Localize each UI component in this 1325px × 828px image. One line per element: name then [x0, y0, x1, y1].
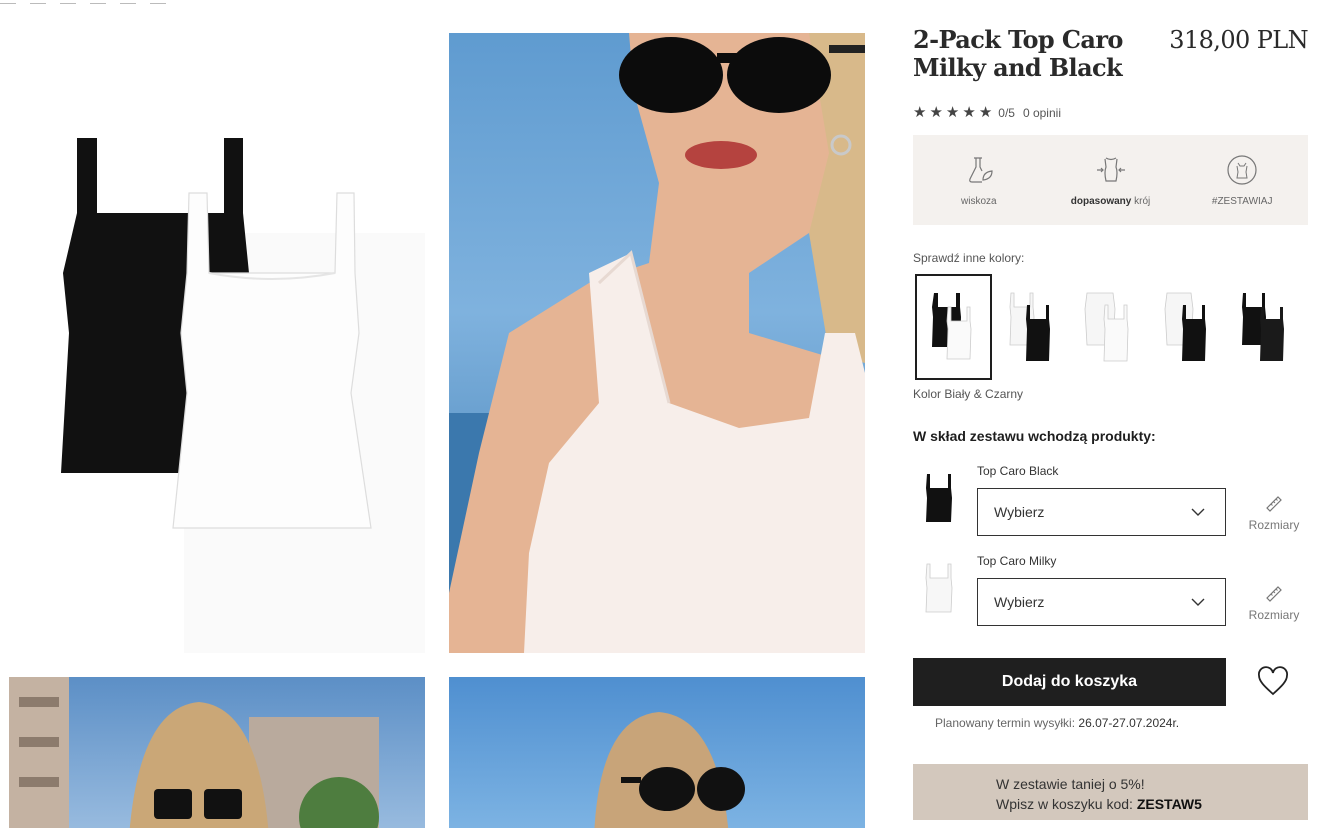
- promo-line-2: Wpisz w koszyku kod: ZESTAW5: [996, 794, 1308, 814]
- feature-material: wiskoza: [913, 135, 1045, 225]
- gallery-image-packshot[interactable]: [9, 33, 425, 653]
- set-item-thumb-black: [926, 474, 952, 522]
- feature-combine-label: #ZESTAWIAJ: [1211, 195, 1273, 207]
- chevron-down-icon: [1191, 508, 1205, 516]
- shipping-date: 26.07-27.07.2024r.: [1078, 716, 1180, 730]
- feature-bar: wiskoza dopasowany krój #ZESTAWIAJ: [913, 135, 1308, 225]
- product-price: 318,00 PLN: [1169, 26, 1308, 54]
- rating-score: 0/5: [998, 106, 1015, 120]
- fitted-body-icon: [1096, 156, 1125, 182]
- other-colors-heading: Sprawdź inne kolory:: [913, 251, 1025, 265]
- rating-count-link[interactable]: 0 opinii: [1023, 106, 1061, 120]
- size-guide-label: Rozmiary: [1248, 608, 1300, 622]
- combine-set-icon: [1227, 154, 1257, 185]
- feature-fit-bold: dopasowany: [1070, 195, 1132, 207]
- feature-fit-label: krój: [1131, 195, 1151, 207]
- gallery-image-model-portrait[interactable]: [449, 677, 865, 828]
- size-guide-link[interactable]: Rozmiary: [1244, 494, 1304, 532]
- color-swatch-milky-milky[interactable]: [1070, 274, 1148, 380]
- gallery-image-model-closeup[interactable]: [449, 33, 865, 653]
- promo-line-1: W zestawie taniej o 5%!: [996, 776, 1145, 792]
- add-to-cart-button[interactable]: Dodaj do koszyka: [913, 658, 1226, 706]
- product-page: 2-Pack Top Caro Milky and Black 318,00 P…: [0, 0, 1325, 828]
- size-select-milky[interactable]: Wybierz: [977, 578, 1226, 626]
- feature-combine: #ZESTAWIAJ: [1176, 135, 1308, 225]
- star-icon: ★: [945, 104, 960, 121]
- size-guide-link[interactable]: Rozmiary: [1244, 584, 1304, 622]
- set-item-thumb-milky: [925, 563, 953, 613]
- color-swatch-black-black[interactable]: [1226, 274, 1304, 380]
- shipping-info: Planowany termin wysyłki: 26.07-27.07.20…: [935, 716, 1179, 730]
- heart-icon[interactable]: [1256, 666, 1290, 698]
- color-swatch-white-black[interactable]: [915, 274, 992, 380]
- flask-leaf-icon: [968, 156, 993, 183]
- ruler-icon: [1266, 496, 1282, 512]
- size-select-value: Wybierz: [994, 504, 1045, 520]
- gallery-image-model-street[interactable]: [9, 677, 425, 828]
- color-swatches: [913, 274, 1304, 380]
- rating-summary[interactable]: ★ ★ ★ ★ ★ 0/5 0 opinii: [913, 105, 1061, 121]
- star-icon: ★: [978, 104, 993, 121]
- color-swatch-white-black-2[interactable]: [1148, 274, 1226, 380]
- size-guide-label: Rozmiary: [1248, 518, 1300, 532]
- promo-code: ZESTAW5: [1136, 796, 1202, 812]
- selected-color-label: Kolor Biały & Czarny: [913, 387, 1024, 401]
- product-title: 2-Pack Top Caro Milky and Black: [913, 25, 1123, 82]
- star-icon: ★: [962, 104, 976, 121]
- shipping-label: Planowany termin wysyłki:: [935, 716, 1076, 730]
- promo-line-2-prefix: Wpisz w koszyku kod:: [996, 796, 1137, 812]
- star-icon: ★: [913, 104, 927, 121]
- breadcrumb-cut: [0, 0, 360, 4]
- set-item-name: Top Caro Milky: [977, 554, 1057, 568]
- ruler-icon: [1266, 586, 1282, 602]
- feature-material-label: wiskoza: [961, 195, 997, 207]
- size-select-value: Wybierz: [994, 594, 1045, 610]
- color-swatch-milky-black[interactable]: [992, 274, 1070, 380]
- star-icon: ★: [929, 104, 943, 121]
- feature-fit: dopasowany krój: [1045, 135, 1177, 225]
- size-select-black[interactable]: Wybierz: [977, 488, 1226, 536]
- chevron-down-icon: [1191, 598, 1205, 606]
- rating-stars: ★ ★ ★ ★ ★: [913, 105, 992, 121]
- promo-banner: W zestawie taniej o 5%! Wpisz w koszyku …: [913, 764, 1308, 820]
- set-item-name: Top Caro Black: [977, 464, 1059, 478]
- set-heading: W skład zestawu wchodzą produkty:: [913, 428, 1156, 444]
